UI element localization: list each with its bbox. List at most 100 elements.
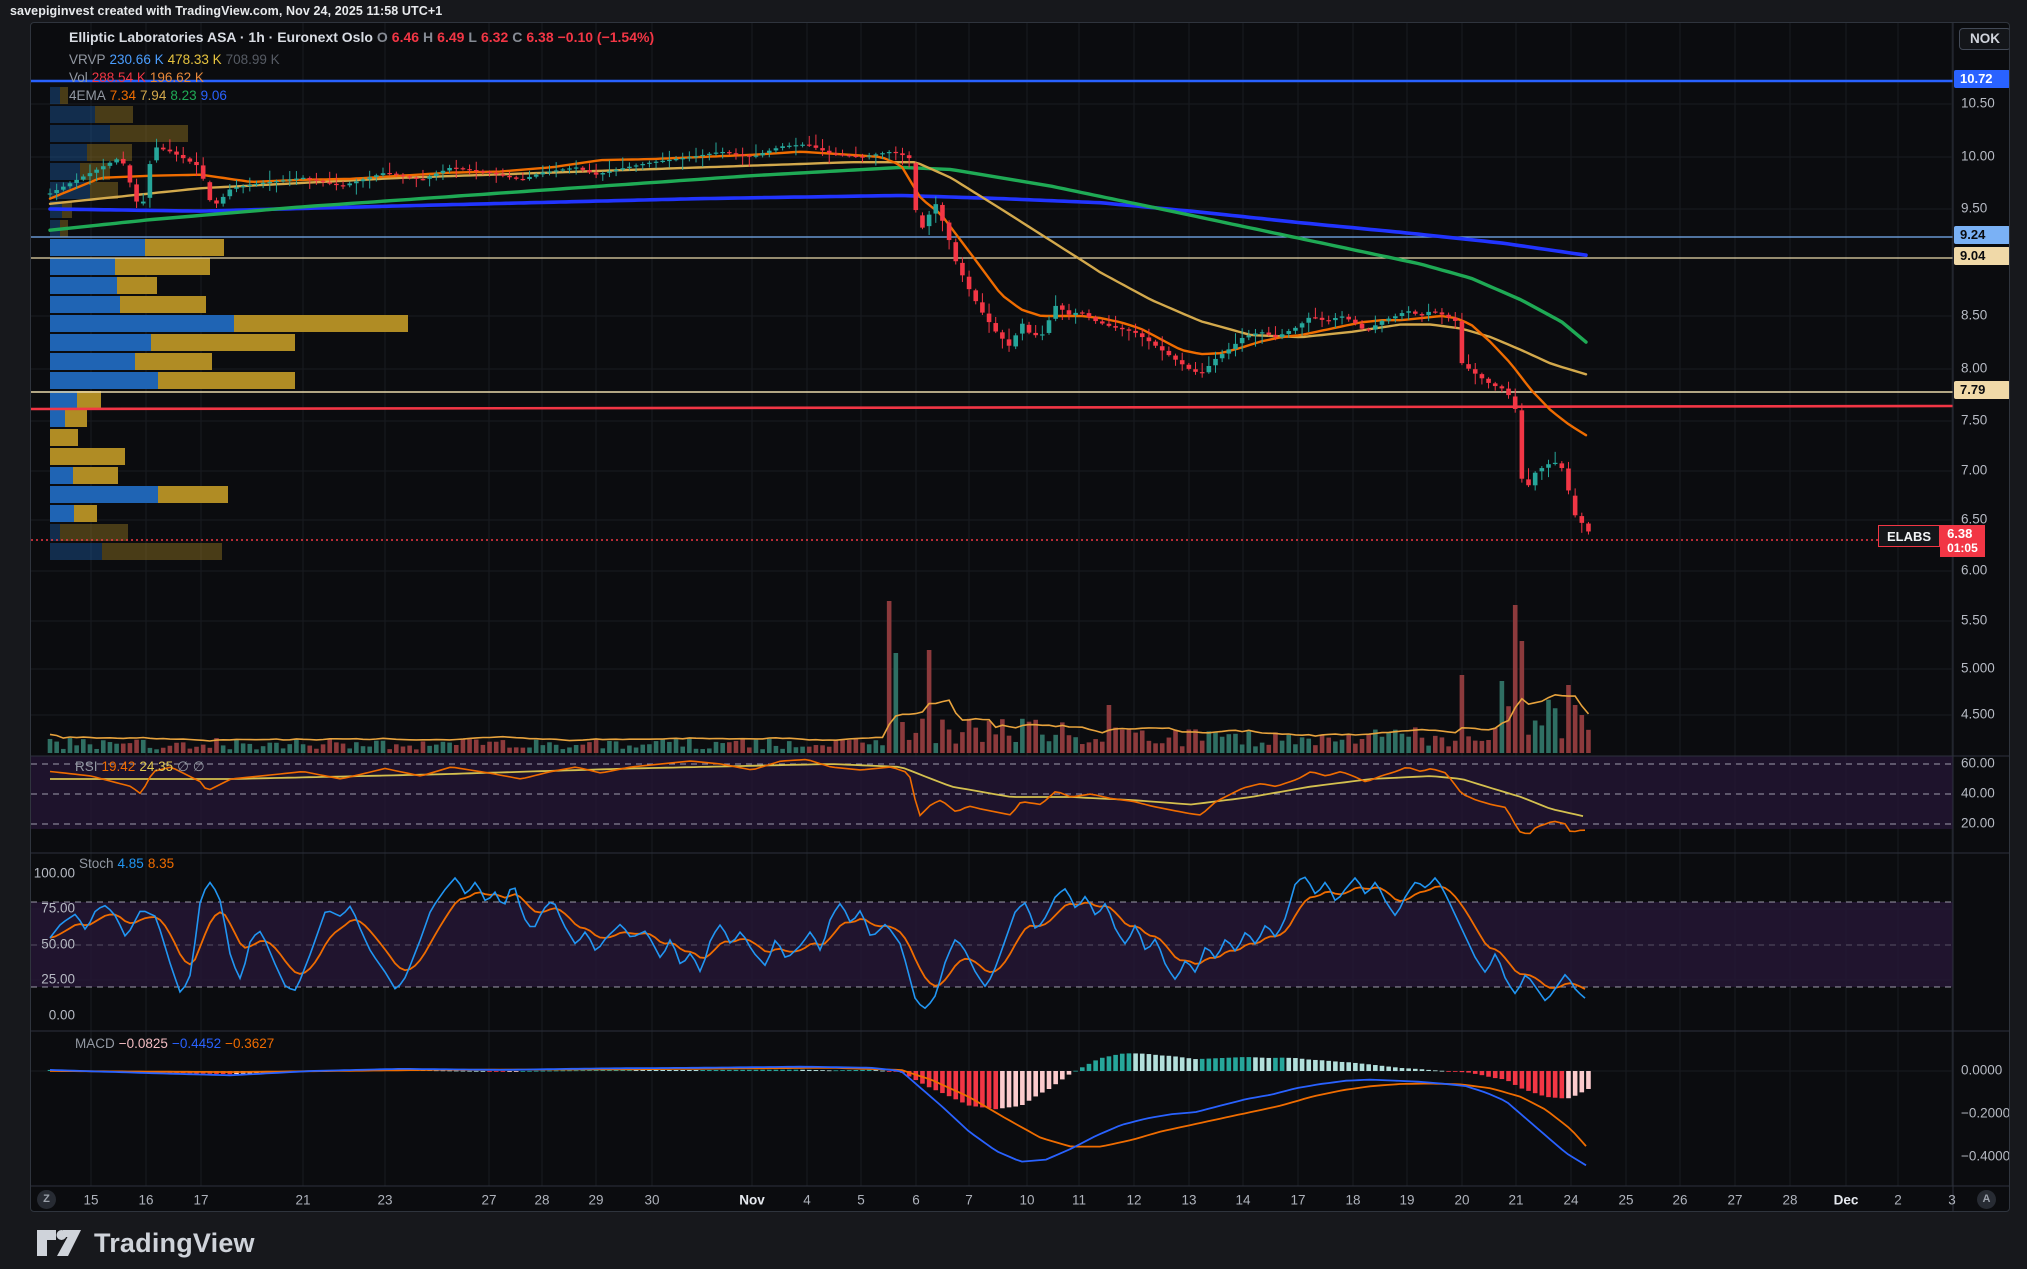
legend-value: 196.62 K: [150, 70, 204, 85]
svg-text:10.00: 10.00: [1961, 149, 1995, 164]
legend-value: −0.3627: [225, 1036, 274, 1051]
svg-text:5.50: 5.50: [1961, 613, 1987, 628]
legend-value: −0.0825: [119, 1036, 168, 1051]
legend-value: 230.66 K: [110, 52, 164, 67]
svg-text:8.50: 8.50: [1961, 308, 1987, 323]
macd-panel: [31, 1053, 1953, 1165]
svg-text:60.00: 60.00: [1961, 756, 1995, 771]
legend-value: H: [423, 29, 433, 45]
ticker-tag: ELABS: [1878, 525, 1940, 547]
tradingview-logo-text: TradingView: [94, 1228, 255, 1259]
macd-legend-row[interactable]: MACD −0.0825 −0.4452 −0.3627: [75, 1036, 278, 1051]
volume-profile-layer: [50, 87, 408, 560]
rsi-legend-row[interactable]: RSI 19.4224.35 ∅ ∅: [75, 759, 209, 775]
legend-value: 6.49: [437, 29, 464, 45]
svg-text:20: 20: [1454, 1193, 1469, 1208]
legend-value: 19.42: [102, 759, 136, 774]
last-price-value: 6.38: [1947, 526, 1978, 541]
price-badge-9-24[interactable]: 9.24: [1954, 226, 2010, 244]
svg-text:6: 6: [912, 1193, 920, 1208]
svg-text:25.00: 25.00: [41, 972, 75, 987]
legend-value: −0.4452: [172, 1036, 221, 1051]
svg-text:0.00: 0.00: [49, 1008, 75, 1023]
svg-text:19: 19: [1399, 1193, 1414, 1208]
svg-text:12: 12: [1126, 1193, 1141, 1208]
svg-text:Nov: Nov: [739, 1193, 765, 1208]
svg-text:17: 17: [1290, 1193, 1305, 1208]
legend-value: 4.85: [118, 856, 144, 871]
svg-text:4.500: 4.500: [1961, 707, 1995, 722]
legend-value: 708.99 K: [226, 52, 280, 67]
svg-text:17: 17: [193, 1193, 208, 1208]
legend-value: 7.94: [140, 88, 166, 103]
chart-container[interactable]: 10.5010.009.508.508.007.507.006.506.005.…: [30, 22, 2010, 1212]
stoch-panel: [31, 877, 1953, 1008]
svg-text:4: 4: [803, 1193, 811, 1208]
volume-bars-layer: [48, 601, 1591, 753]
legend-value: L: [468, 29, 477, 45]
svg-text:50.00: 50.00: [41, 937, 75, 952]
svg-text:−0.2000: −0.2000: [1961, 1106, 2010, 1121]
svg-text:7.00: 7.00: [1961, 463, 1987, 478]
svg-text:0.0000: 0.0000: [1961, 1063, 2002, 1078]
svg-text:10: 10: [1019, 1193, 1034, 1208]
credit-line: savepiginvest created with TradingView.c…: [10, 4, 442, 18]
screenshot-root: { "header": { "credit": "savepiginvest c…: [0, 0, 2027, 1269]
svg-text:29: 29: [588, 1193, 603, 1208]
legend-value: VRVP: [69, 52, 106, 67]
separators-layer: [31, 23, 2010, 1212]
svg-text:24: 24: [1563, 1193, 1579, 1208]
svg-text:3: 3: [1948, 1193, 1956, 1208]
horizontal-lines-layer: [31, 81, 1953, 409]
svg-text:Dec: Dec: [1834, 1193, 1859, 1208]
volume-legend-row[interactable]: Vol288.54 K196.62 K: [69, 70, 208, 85]
svg-text:2: 2: [1894, 1193, 1902, 1208]
price-badge-7-79[interactable]: 7.79: [1954, 381, 2010, 399]
svg-text:23: 23: [377, 1193, 392, 1208]
legend-value: 24.35: [139, 759, 173, 774]
svg-text:18: 18: [1345, 1193, 1360, 1208]
svg-text:8.00: 8.00: [1961, 361, 1987, 376]
vrvp-legend-row[interactable]: VRVP230.66 K478.33 K708.99 K: [69, 52, 284, 67]
price-badge-10-72[interactable]: 10.72: [1954, 70, 2010, 88]
bar-countdown: 01:05: [1947, 541, 1978, 556]
ema-slowest_blue: [50, 196, 1586, 256]
svg-text:15: 15: [83, 1193, 98, 1208]
stoch-legend-row[interactable]: Stoch4.858.35: [79, 856, 178, 871]
legend-value: Vol: [69, 70, 88, 85]
symbol-title-row[interactable]: Elliptic Laboratories ASA · 1h · Euronex…: [69, 29, 658, 45]
legend-value: 9.06: [201, 88, 227, 103]
svg-text:11: 11: [1072, 1193, 1086, 1208]
svg-text:27: 27: [481, 1193, 496, 1208]
last-price-label[interactable]: ELABS 6.38 01:05: [1878, 525, 1985, 557]
svg-text:20.00: 20.00: [1961, 816, 1995, 831]
rsi-panel: [31, 756, 1953, 833]
tradingview-logo-icon: [36, 1223, 82, 1263]
tradingview-logo[interactable]: TradingView: [36, 1223, 255, 1263]
timezone-button[interactable]: Z: [37, 1190, 56, 1209]
svg-text:13: 13: [1181, 1193, 1196, 1208]
legend-value: ∅: [177, 759, 189, 774]
svg-text:21: 21: [295, 1193, 310, 1208]
svg-text:7.50: 7.50: [1961, 413, 1987, 428]
legend-value: 8.23: [170, 88, 196, 103]
svg-text:30: 30: [644, 1193, 659, 1208]
ema-legend-row[interactable]: 4EMA7.347.948.239.06: [69, 88, 231, 103]
svg-text:16: 16: [138, 1193, 153, 1208]
legend-value: 8.35: [148, 856, 174, 871]
chart-canvas[interactable]: 10.5010.009.508.508.007.507.006.506.005.…: [31, 23, 2010, 1212]
autoscale-button[interactable]: A: [1977, 1190, 1996, 1209]
currency-button[interactable]: NOK: [1959, 28, 2010, 50]
price-badge-9-04[interactable]: 9.04: [1954, 247, 2010, 265]
last-price-badge: 6.38 01:05: [1940, 525, 1985, 557]
svg-text:6.00: 6.00: [1961, 563, 1987, 578]
legend-value: MACD: [75, 1036, 115, 1051]
legend-value: ∅: [193, 759, 205, 774]
volume-ma-line: [50, 695, 1589, 741]
svg-text:5: 5: [857, 1193, 865, 1208]
legend-value: 4EMA: [69, 88, 106, 103]
svg-text:10.50: 10.50: [1961, 96, 1995, 111]
legend-value: 6.32: [481, 29, 508, 45]
svg-text:28: 28: [534, 1193, 549, 1208]
legend-value: RSI: [75, 759, 98, 774]
